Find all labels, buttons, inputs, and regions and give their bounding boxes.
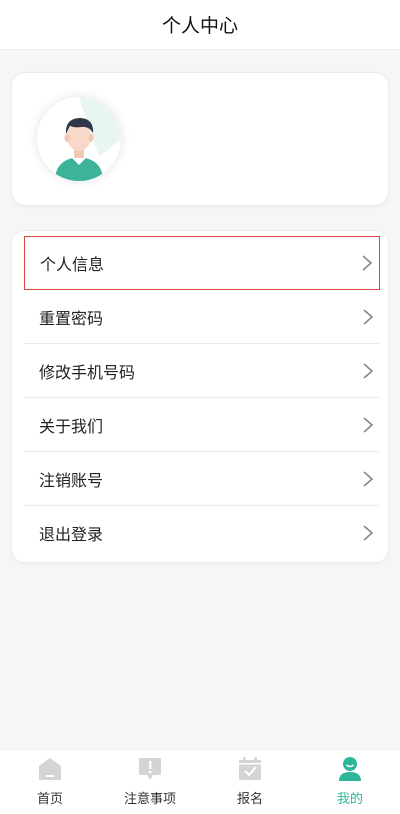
- menu-item-label: 关于我们: [39, 416, 104, 436]
- avatar[interactable]: [37, 97, 121, 181]
- home-icon: [39, 758, 61, 780]
- tab-notice[interactable]: 注意事项: [100, 750, 200, 814]
- top-header: 个人中心: [0, 0, 400, 50]
- menu-item-logout[interactable]: 退出登录: [24, 506, 380, 560]
- tab-label: 报名: [236, 792, 263, 807]
- menu-item-label: 修改手机号码: [39, 362, 136, 382]
- menu-item-reset-password[interactable]: 重置密码: [24, 290, 380, 344]
- chevron-right-icon: [363, 470, 374, 487]
- tab-home[interactable]: 首页: [0, 750, 100, 814]
- tab-label: 首页: [36, 792, 63, 807]
- menu-item-deactivate-account[interactable]: 注销账号: [24, 452, 380, 506]
- menu-item-label: 重置密码: [39, 308, 104, 328]
- profile-card: [11, 72, 389, 206]
- tab-register[interactable]: 报名: [200, 750, 300, 814]
- bottom-tab-bar: 首页 注意事项 报名 我的: [0, 749, 400, 814]
- menu-item-personal-info[interactable]: 个人信息: [24, 236, 380, 290]
- tab-label: 我的: [336, 792, 363, 807]
- chevron-right-icon: [363, 525, 374, 541]
- menu-item-about-us[interactable]: 关于我们: [24, 398, 380, 452]
- tab-mine[interactable]: 我的: [300, 750, 400, 814]
- calendar-check-icon: [239, 757, 261, 780]
- menu-item-label: 个人信息: [40, 255, 105, 274]
- notice-icon: [139, 758, 161, 780]
- chevron-right-icon: [363, 308, 374, 325]
- chevron-right-icon: [363, 362, 374, 379]
- menu-item-label: 退出登录: [39, 525, 104, 544]
- page-title: 个人中心: [161, 15, 238, 37]
- menu-item-change-phone[interactable]: 修改手机号码: [24, 344, 380, 398]
- user-icon: [339, 757, 361, 781]
- chevron-right-icon: [362, 255, 373, 271]
- menu-item-label: 注销账号: [39, 470, 104, 490]
- avatar-icon: [37, 97, 121, 181]
- settings-menu: 个人信息 重置密码 修改手机号码 关于我们 注销账号 退出登录: [11, 230, 389, 563]
- tab-label: 注意事项: [123, 792, 176, 807]
- chevron-right-icon: [363, 416, 374, 433]
